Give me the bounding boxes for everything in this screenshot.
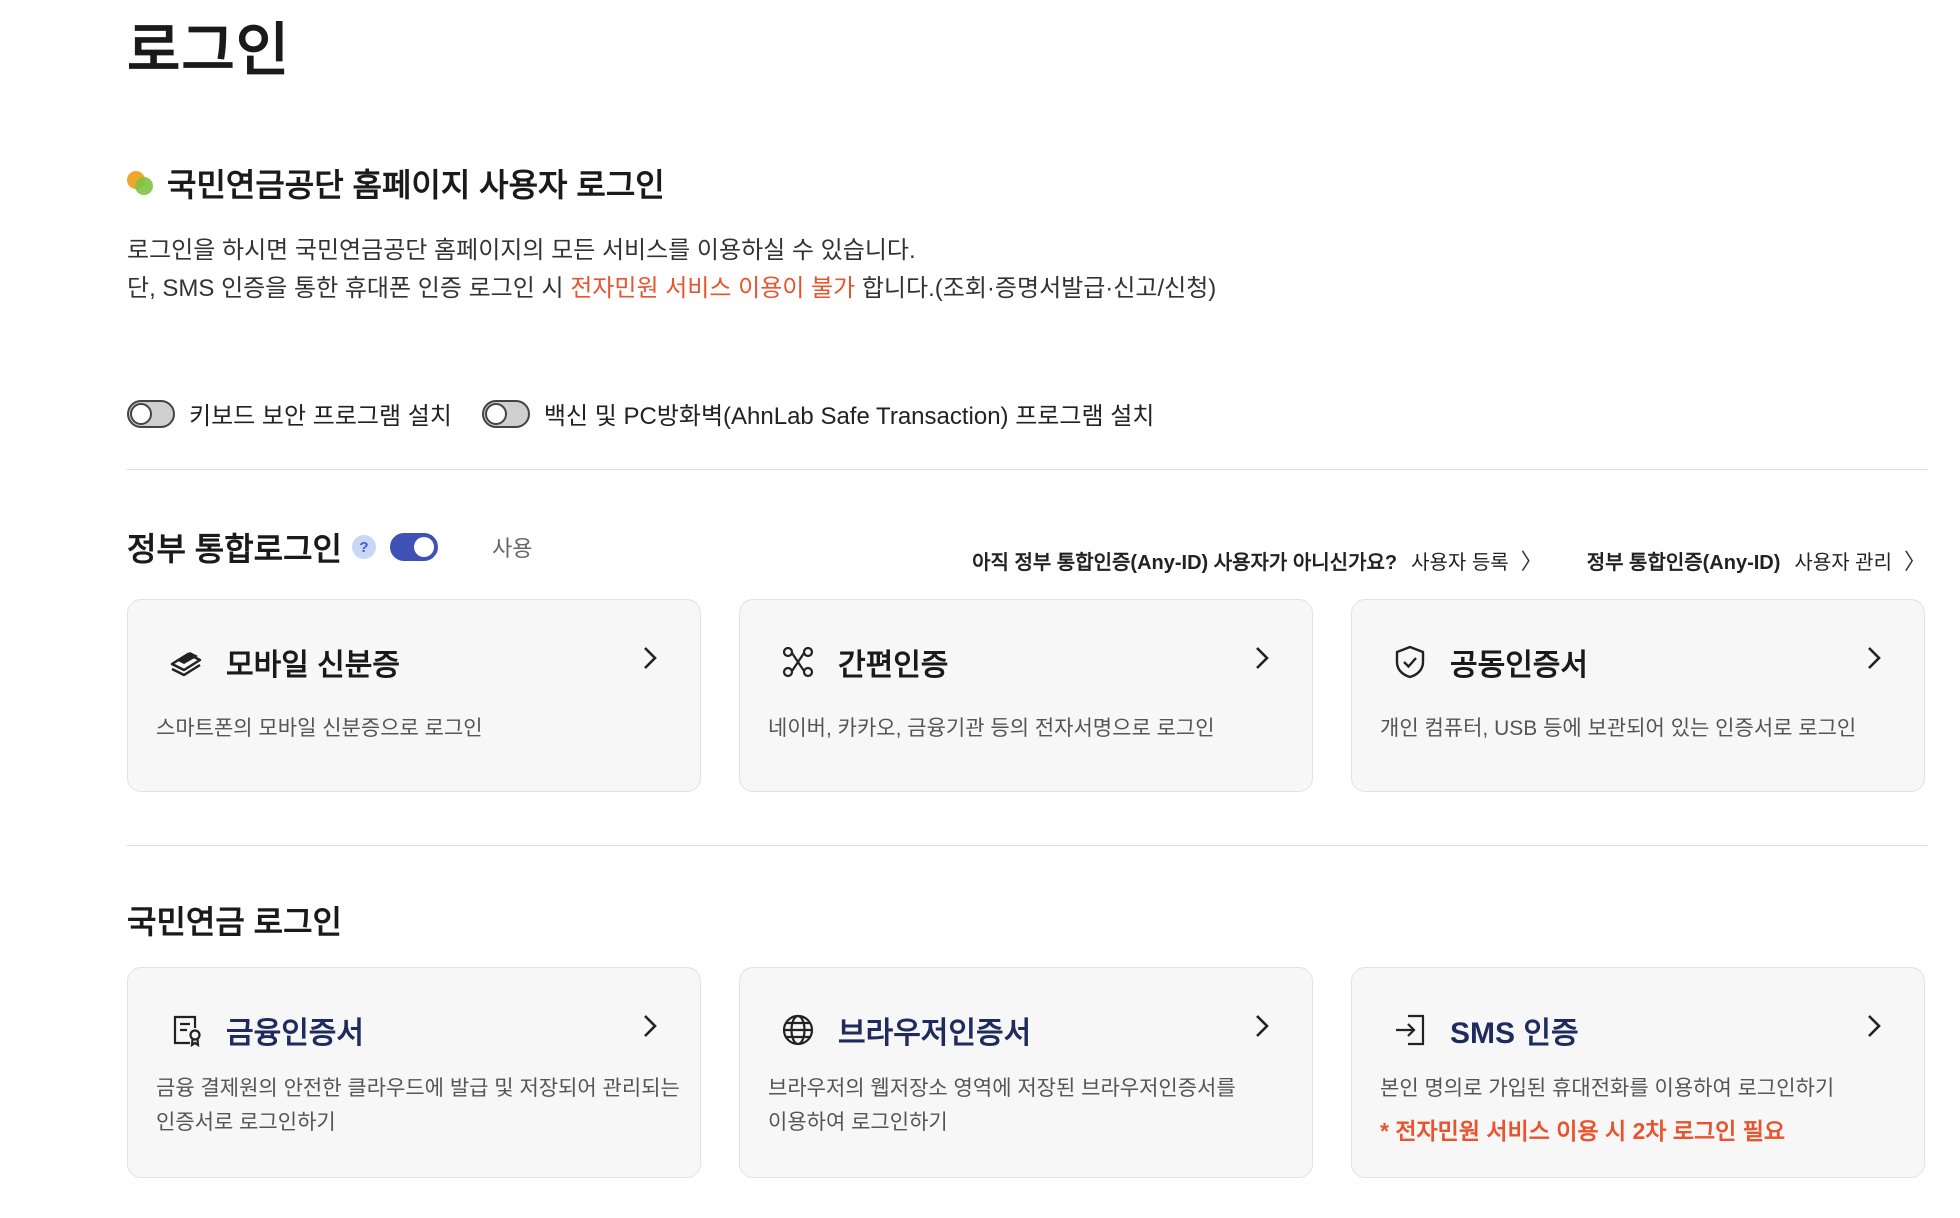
joint-cert-card[interactable]: 공동인증서 개인 컴퓨터, USB 등에 보관되어 있는 인증서로 로그인 xyxy=(1351,599,1925,792)
card-title: 공동인증서 xyxy=(1450,649,1588,682)
mobile-id-card[interactable]: 모바일 신분증 스마트폰의 모바일 신분증으로 로그인 xyxy=(127,599,701,792)
card-desc-line-2: 이용하여 로그인하기 xyxy=(768,1111,948,1134)
card-desc: 스마트폰의 모바일 신분증으로 로그인 xyxy=(156,717,483,740)
gov-login-header: 정부 통합로그인 ? 사용 xyxy=(127,524,532,570)
gov-links: 아직 정부 통합인증(Any-ID) 사용자가 아니신가요? 사용자 등록 〉 … xyxy=(972,544,1926,576)
browser-cert-card[interactable]: 브라우저인증서 브라우저의 웹저장소 영역에 저장된 브라우저인증서를 이용하여… xyxy=(739,967,1313,1178)
keyboard-security-switch[interactable] xyxy=(127,399,175,428)
chevron-right-icon: 〉 xyxy=(1903,549,1926,574)
section-title: 국민연금공단 홈페이지 사용자 로그인 xyxy=(167,167,665,203)
card-desc: 개인 컴퓨터, USB 등에 보관되어 있는 인증서로 로그인 xyxy=(1380,717,1857,740)
card-desc: 네이버, 카카오, 금융기관 등의 전자서명으로 로그인 xyxy=(768,717,1215,740)
chevron-right-icon xyxy=(1256,647,1269,669)
antivirus-label: 백신 및 PC방화벽(AhnLab Safe Transaction) 프로그램… xyxy=(543,403,1155,430)
simple-auth-card[interactable]: 간편인증 네이버, 카카오, 금융기관 등의 전자서명으로 로그인 xyxy=(739,599,1313,792)
card-title: 모바일 신분증 xyxy=(226,649,400,682)
card-desc: 금융 결제원의 안전한 클라우드에 발급 및 저장되어 관리되는 인증서로 로그… xyxy=(156,1072,680,1140)
register-question: 아직 정부 통합인증(Any-ID) 사용자가 아니신가요? xyxy=(972,551,1398,574)
chevron-right-icon xyxy=(644,647,657,669)
card-desc-line-2: 인증서로 로그인하기 xyxy=(156,1111,336,1134)
manage-user-link[interactable]: 정부 통합인증(Any-ID) 사용자 관리 〉 xyxy=(1587,544,1926,576)
financial-cert-icon xyxy=(166,1010,206,1050)
chevron-right-icon xyxy=(644,1015,657,1037)
card-desc-line-1: 금융 결제원의 안전한 클라우드에 발급 및 저장되어 관리되는 xyxy=(156,1077,680,1100)
card-desc-line-1: 브라우저의 웹저장소 영역에 저장된 브라우저인증서를 xyxy=(768,1077,1236,1100)
sms-auth-card[interactable]: SMS 인증 본인 명의로 가입된 휴대전화를 이용하여 로그인하기 * 전자민… xyxy=(1351,967,1925,1178)
card-title: SMS 인증 xyxy=(1450,1017,1579,1050)
keyboard-security-toggle-item[interactable]: 키보드 보안 프로그램 설치 xyxy=(127,396,452,431)
antivirus-toggle-item[interactable]: 백신 및 PC방화벽(AhnLab Safe Transaction) 프로그램… xyxy=(481,396,1155,431)
card-title: 간편인증 xyxy=(838,649,949,682)
chevron-right-icon xyxy=(1868,647,1881,669)
manage-prefix: 정부 통합인증(Any-ID) xyxy=(1586,551,1781,574)
gov-use-label: 사용 xyxy=(491,536,533,561)
financial-cert-card[interactable]: 금융인증서 금융 결제원의 안전한 클라우드에 발급 및 저장되어 관리되는 인… xyxy=(127,967,701,1178)
gov-login-switch[interactable] xyxy=(389,533,438,561)
bullet-dots-icon xyxy=(127,169,155,197)
login-page: 로그인 국민연금공단 홈페이지 사용자 로그인 로그인을 하시면 국민연금공단 … xyxy=(0,0,1960,1218)
description-line-2-pre: 단, SMS 인증을 통한 휴대폰 인증 로그인 시 xyxy=(127,275,571,302)
nps-login-title: 국민연금 로그인 xyxy=(127,904,342,940)
card-desc: 본인 명의로 가입된 휴대전화를 이용하여 로그인하기 xyxy=(1380,1077,1835,1100)
chevron-right-icon: 〉 xyxy=(1520,549,1543,574)
description-line-2-post: 합니다.(조회·증명서발급·신고/신청) xyxy=(855,275,1217,302)
shield-check-icon xyxy=(1390,642,1430,682)
section-header: 국민연금공단 홈페이지 사용자 로그인 xyxy=(127,160,665,206)
chevron-right-icon xyxy=(1256,1015,1269,1037)
description-line-2: 단, SMS 인증을 통한 휴대폰 인증 로그인 시 전자민원 서비스 이용이 … xyxy=(127,270,1216,308)
login-description: 로그인을 하시면 국민연금공단 홈페이지의 모든 서비스를 이용하실 수 있습니… xyxy=(127,232,1216,308)
card-title: 브라우저인증서 xyxy=(838,1017,1032,1050)
simple-auth-icon xyxy=(778,642,818,682)
chevron-right-icon xyxy=(1868,1015,1881,1037)
sms-second-login-warning: * 전자민원 서비스 이용 시 2차 로그인 필요 xyxy=(1380,1118,1786,1144)
security-toggles: 키보드 보안 프로그램 설치 백신 및 PC방화벽(AhnLab Safe Tr… xyxy=(127,396,1184,431)
mobile-id-icon xyxy=(166,642,206,682)
manage-label: 사용자 관리 xyxy=(1794,551,1892,574)
login-arrow-icon xyxy=(1390,1010,1430,1050)
register-label: 사용자 등록 xyxy=(1411,551,1509,574)
page-title: 로그인 xyxy=(127,18,291,83)
sms-warning-text: 전자민원 서비스 이용이 불가 xyxy=(570,275,856,302)
gov-login-title: 정부 통합로그인 xyxy=(127,531,342,567)
card-desc: 브라우저의 웹저장소 영역에 저장된 브라우저인증서를 이용하여 로그인하기 xyxy=(768,1072,1236,1140)
description-line-1: 로그인을 하시면 국민연금공단 홈페이지의 모든 서비스를 이용하실 수 있습니… xyxy=(127,237,916,264)
divider-2 xyxy=(127,845,1927,846)
register-user-link[interactable]: 아직 정부 통합인증(Any-ID) 사용자가 아니신가요? 사용자 등록 〉 xyxy=(972,544,1543,576)
divider-1 xyxy=(127,469,1927,470)
help-icon[interactable]: ? xyxy=(351,535,376,559)
antivirus-switch[interactable] xyxy=(481,399,530,428)
keyboard-security-label: 키보드 보안 프로그램 설치 xyxy=(189,403,452,430)
globe-icon xyxy=(778,1010,818,1050)
card-title: 금융인증서 xyxy=(226,1017,364,1050)
